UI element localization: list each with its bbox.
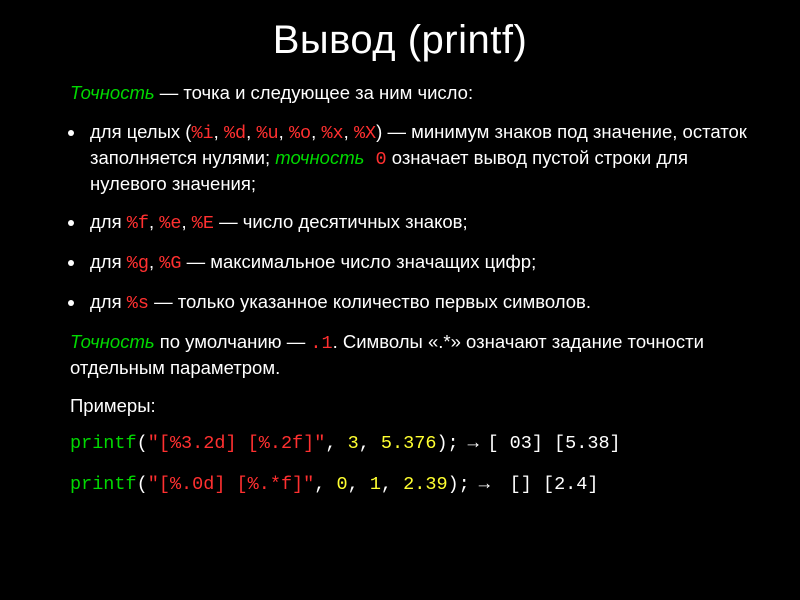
bullet-2: для %f, %e, %E — число десятичных знаков…: [70, 210, 760, 236]
intro-line: Точность — точка и следующее за ним числ…: [70, 81, 760, 105]
examples-label: Примеры:: [70, 395, 760, 417]
default-mid1: по умолчанию —: [155, 331, 311, 352]
example-1: printf("[%3.2d] [%.2f]", 3, 5.376); → [ …: [70, 430, 760, 456]
slide-title: Вывод (printf): [40, 18, 760, 63]
b2-post: — число десятичных знаков;: [214, 211, 468, 232]
fmt-spec: %o: [289, 123, 311, 144]
arrow-icon: →: [470, 472, 499, 493]
b1-pre: для целых (: [90, 121, 191, 142]
output: [ 03] [5.38]: [487, 433, 620, 454]
fmt-string: "[%.0d] [%.*f]": [148, 474, 315, 495]
fmt-spec: %X: [354, 123, 376, 144]
arg: 5.376: [381, 433, 437, 454]
fmt-spec: %s: [127, 293, 149, 314]
fmt-spec: %e: [159, 213, 181, 234]
fmt-spec: %u: [256, 123, 278, 144]
b2-pre: для: [90, 211, 127, 232]
arg: 0: [336, 474, 347, 495]
printf-fn: printf: [70, 433, 137, 454]
fmt-spec: %d: [224, 123, 246, 144]
intro-term: Точность: [70, 82, 155, 103]
arrow-icon: →: [459, 431, 488, 452]
arg: 1: [370, 474, 381, 495]
fmt-string: "[%3.2d] [%.2f]": [148, 433, 326, 454]
fmt-spec: %f: [127, 213, 149, 234]
arg: 2.39: [403, 474, 447, 495]
bullet-3: для %g, %G — максимальное число значащих…: [70, 250, 760, 276]
default-line: Точность по умолчанию — .1. Символы «.*»…: [70, 330, 760, 380]
fmt-spec: %g: [127, 253, 149, 274]
arg: 3: [348, 433, 359, 454]
fmt-spec: %x: [321, 123, 343, 144]
intro-rest: — точка и следующее за ним число:: [155, 82, 474, 103]
default-val: .1: [310, 333, 332, 354]
bullet-list: для целых (%i, %d, %u, %o, %x, %X) — мин…: [40, 120, 760, 316]
bullet-1: для целых (%i, %d, %u, %o, %x, %X) — мин…: [70, 120, 760, 196]
b3-post: — максимальное число значащих цифр;: [181, 251, 536, 272]
fmt-spec: %i: [191, 123, 213, 144]
b1-prec-term: точность: [275, 147, 364, 168]
example-2: printf("[%.0d] [%.*f]", 0, 1, 2.39); → […: [70, 471, 760, 497]
fmt-spec: %E: [192, 213, 214, 234]
slide: Вывод (printf) Точность — точка и следую…: [0, 18, 800, 600]
b4-post: — только указанное количество первых сим…: [149, 291, 591, 312]
b4-pre: для: [90, 291, 127, 312]
output: [] [2.4]: [499, 474, 599, 495]
printf-fn: printf: [70, 474, 137, 495]
b1-zero: 0: [364, 149, 386, 170]
default-term: Точность: [70, 331, 155, 352]
fmt-spec: %G: [159, 253, 181, 274]
bullet-4: для %s — только указанное количество пер…: [70, 290, 760, 316]
b3-pre: для: [90, 251, 127, 272]
